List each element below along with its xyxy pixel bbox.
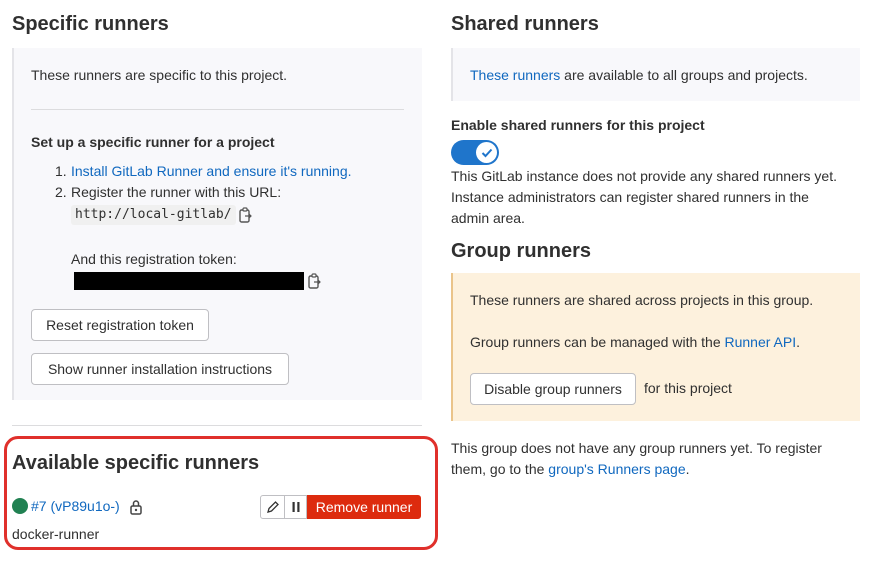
shared-note-line-1: This GitLab instance does not provide an… [451,168,837,184]
shared-runners-title: Shared runners [451,13,599,35]
edit-runner-button[interactable] [260,495,285,519]
group-runners-title: Group runners [451,240,592,262]
copy-token-icon[interactable] [308,273,322,289]
group-runners-text-2: Group runners can be managed with the Ru… [470,332,800,352]
setup-title: Set up a specific runner for a project [31,134,275,150]
token-label: And this registration token: [71,251,237,267]
remove-runner-button[interactable]: Remove runner [307,495,421,519]
available-runners-title: Available specific runners [12,452,260,474]
check-icon [481,148,492,157]
shared-note-line-3: admin area. [451,210,525,226]
shared-runners-text: are available to all groups and projects… [560,67,808,83]
group-footer-line-2: them, go to the group's Runners page. [451,459,690,479]
panel-divider [31,109,404,110]
runner-link[interactable]: #7 (vP89u1o-) [31,496,120,516]
step-1-number: 1. [55,163,67,179]
shared-runners-description: These runners are available to all group… [470,65,808,85]
lock-icon [129,499,143,515]
enable-shared-runners-label: Enable shared runners for this project [451,117,705,133]
runner-description: docker-runner [12,526,100,542]
pause-runner-button[interactable] [285,495,307,519]
group-runners-page-link[interactable]: group's Runners page [548,461,685,477]
pause-icon [292,502,299,512]
runner-url-code: http://local-gitlab/ [71,205,236,225]
install-runner-link[interactable]: Install GitLab Runner and ensure it's ru… [71,161,352,181]
runner-online-status-icon [12,498,28,514]
group-footer-suffix: . [685,461,690,477]
group-footer-line-1: This group does not have any group runne… [451,440,822,456]
group-runners-text-suffix: . [796,334,800,350]
group-footer-prefix: them, go to the [451,461,549,477]
runner-api-link[interactable]: Runner API [725,334,797,350]
disable-group-runners-suffix: for this project [644,380,732,396]
show-runner-instructions-button[interactable]: Show runner installation instructions [31,353,289,385]
step-2-number: 2. [55,184,67,200]
specific-runners-title: Specific runners [12,13,169,35]
pencil-icon [266,501,279,513]
specific-runners-intro: These runners are specific to this proje… [31,67,288,83]
runner-actions: Remove runner [260,495,421,519]
register-url-label: Register the runner with this URL: [71,184,282,200]
these-runners-link[interactable]: These runners [470,67,560,83]
section-divider [12,425,422,426]
reset-registration-token-button[interactable]: Reset registration token [31,309,209,341]
copy-url-icon[interactable] [239,207,253,223]
group-runners-text-prefix: Group runners can be managed with the [470,334,725,350]
enable-shared-runners-toggle[interactable] [451,140,499,165]
shared-note-line-2: Instance administrators can register sha… [451,189,809,205]
group-runners-text-1: These runners are shared across projects… [470,292,814,308]
registration-token-redacted [74,272,304,290]
disable-group-runners-button[interactable]: Disable group runners [470,373,636,405]
toggle-knob [476,142,497,163]
